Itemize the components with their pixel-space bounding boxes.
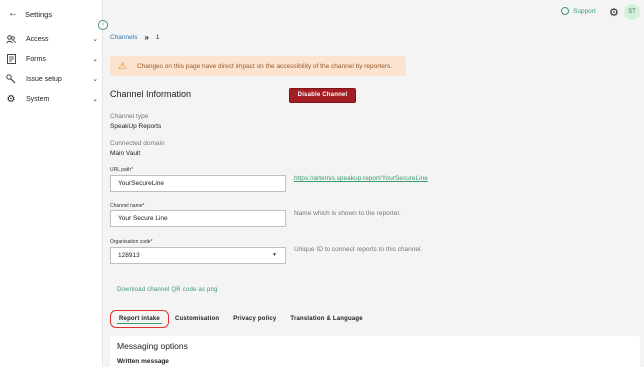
avatar[interactable]: ST <box>624 4 640 20</box>
sidebar-item-label: System <box>26 95 50 103</box>
sidebar-item-access[interactable]: Access ⌄ <box>4 32 98 46</box>
tab-privacy-policy[interactable]: Privacy policy <box>233 316 276 322</box>
channel-name-input[interactable]: Your Secure Line <box>110 210 286 227</box>
channel-type-label: Channel type <box>110 113 149 120</box>
support-label: Support <box>573 7 596 15</box>
breadcrumb-channels[interactable]: Channels <box>110 34 137 41</box>
tab-bar: Report intake Customisation Privacy poli… <box>110 308 377 330</box>
sidebar-item-label: Access <box>26 35 49 43</box>
chevron-down-icon: ⌄ <box>92 76 98 83</box>
chevron-down-icon: ⌄ <box>92 36 98 43</box>
main-content: Channels » 1 ⚠ Changes on this page have… <box>104 25 644 367</box>
caret-down-icon: ▼ <box>272 252 277 258</box>
wrench-icon <box>4 74 18 84</box>
alert-text: Changes on this page have direct impact … <box>136 62 393 70</box>
url-path-label: URL path* <box>110 167 133 173</box>
messaging-title: Messaging options <box>117 341 188 351</box>
sidebar-item-system[interactable]: ⚙ System ⌄ <box>4 92 98 106</box>
sidebar: ← Settings Access ⌄ Forms ⌄ Issue setup … <box>0 0 103 367</box>
form-icon <box>4 54 18 64</box>
tab-translation-language[interactable]: Translation & Language <box>290 316 362 322</box>
sidebar-item-label: Issue setup <box>26 75 62 83</box>
back-arrow-icon[interactable]: ← <box>8 9 18 19</box>
warning-alert: ⚠ Changes on this page have direct impac… <box>110 56 406 76</box>
messaging-card: Messaging options Written message <box>110 336 640 367</box>
disable-channel-button[interactable]: Disable Channel <box>289 88 356 103</box>
support-link[interactable]: Support <box>561 7 596 15</box>
breadcrumb-current: 1 <box>155 34 160 41</box>
organisation-code-value: 128913 <box>118 252 140 259</box>
download-qr-link[interactable]: Download channel QR code as png <box>117 287 218 293</box>
lifebuoy-icon <box>561 7 569 15</box>
double-chevron-right-icon: » <box>144 33 149 42</box>
messaging-subtitle: Written message <box>117 358 169 365</box>
breadcrumb: Channels » 1 <box>110 33 160 42</box>
section-title: Channel Information <box>110 89 192 99</box>
organisation-code-select[interactable]: 128913 ▼ <box>110 247 286 264</box>
channel-name-label: Channel name* <box>110 203 145 209</box>
channel-name-help: Name which is shown to the reporter. <box>294 210 401 217</box>
tab-report-intake[interactable]: Report intake <box>110 310 169 328</box>
sidebar-item-forms[interactable]: Forms ⌄ <box>4 52 98 66</box>
settings-gear-icon[interactable]: ⚙ <box>609 6 619 19</box>
sidebar-title: Settings <box>25 9 53 19</box>
gear-icon: ⚙ <box>6 93 16 105</box>
channel-type-value: SpeakUp Reports <box>110 123 162 130</box>
organisation-code-label: Organisation code* <box>110 239 153 245</box>
tab-customisation[interactable]: Customisation <box>175 316 219 322</box>
warning-icon: ⚠ <box>118 60 127 72</box>
chevron-down-icon: ⌄ <box>92 56 98 63</box>
sidebar-item-label: Forms <box>26 55 46 63</box>
url-link[interactable]: https://artemis.speakup.report/YourSecur… <box>294 175 428 182</box>
collapse-sidebar-icon[interactable]: ‹ <box>98 20 108 30</box>
url-path-input[interactable]: YourSecureLine <box>110 175 286 192</box>
sidebar-header[interactable]: ← Settings <box>8 9 52 19</box>
chevron-down-icon: ⌄ <box>92 96 98 103</box>
users-icon <box>4 34 18 44</box>
sidebar-item-issue-setup[interactable]: Issue setup ⌄ <box>4 72 98 86</box>
organisation-code-help: Unique ID to connect reports to this cha… <box>294 246 423 253</box>
connected-domain-label: Connected domain <box>110 140 165 147</box>
connected-domain-value: Main Vault <box>110 150 141 157</box>
